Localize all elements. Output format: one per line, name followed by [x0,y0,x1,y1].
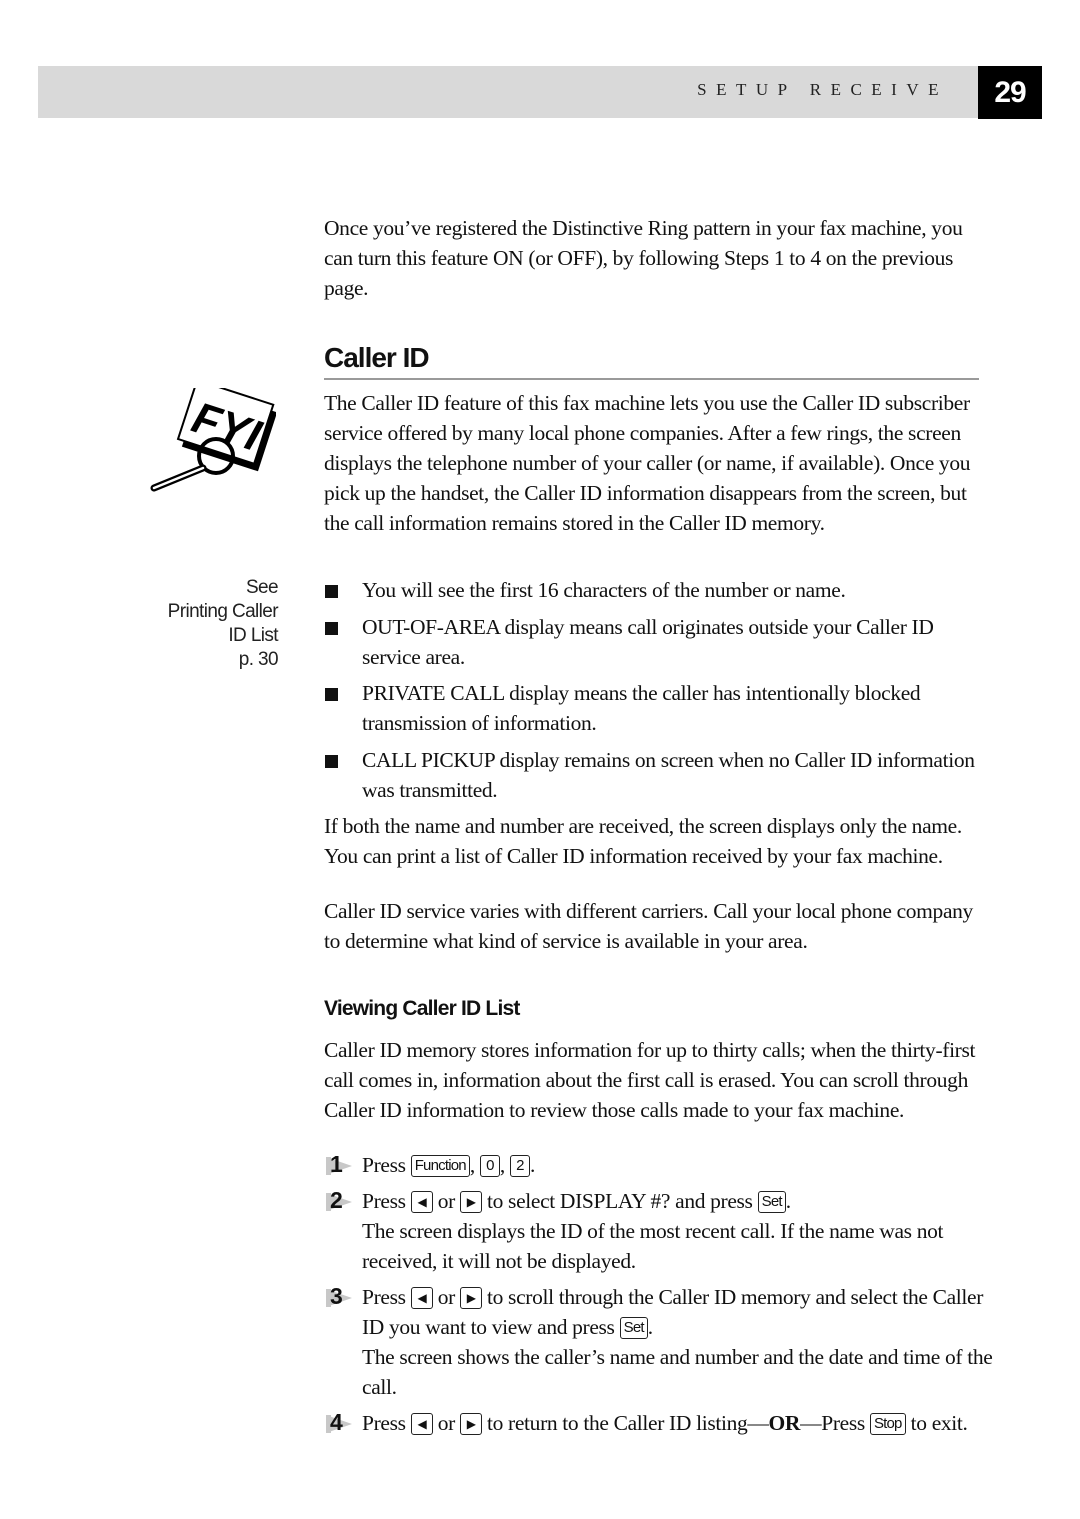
zero-key: 0 [479,1155,500,1177]
left-arrow-key-icon: ◀ [410,1287,433,1309]
bullet-item: PRIVATE CALL display means the caller ha… [324,678,984,738]
step-2: 2 Press ◀ or ▶ to select DISPLAY #? and … [324,1186,994,1276]
step-number: 1 [330,1151,343,1177]
two-key: 2 [509,1155,530,1177]
sidenote-line: See [245,577,279,598]
section-body: The Caller ID feature of this fax machin… [324,388,984,538]
step-text: Press [362,1285,406,1309]
subsection-body: Caller ID memory stores information for … [324,1035,984,1125]
subsection-paragraph: Caller ID memory stores information for … [324,1038,976,1122]
step-list: 1 Press Function, 0, 2. 2 Press ◀ or ▶ t… [324,1150,994,1444]
step-number-marker: 1 [324,1151,358,1180]
bullet-square-icon [325,621,338,635]
step-number-marker: 2 [324,1187,358,1216]
step-text: Press [362,1153,406,1177]
bullet-text: CALL PICKUP display remains on screen wh… [362,747,975,802]
section-paragraph-3: Caller ID service varies with different … [324,899,973,953]
step-1: 1 Press Function, 0, 2. [324,1150,994,1180]
bullet-square-icon [325,688,338,701]
section-paragraph-2: If both the name and number are received… [324,814,962,868]
left-arrow-key-icon: ◀ [410,1413,433,1435]
section-body-2: If both the name and number are received… [324,811,984,871]
intro-block: Once you’ve registered the Distinctive R… [324,213,984,303]
running-head: SETUP RECEIVE [697,80,948,99]
separator: . [529,1153,535,1177]
bullet-square-icon [325,754,338,768]
step-text: to select DISPLAY #? and press [487,1189,753,1213]
separator: — [747,1411,769,1435]
right-arrow-key-icon: ▶ [459,1413,482,1435]
bullet-item: OUT-OF-AREA display means call originate… [324,612,984,672]
step-number-marker: 3 [324,1283,358,1312]
bullet-item: CALL PICKUP display remains on screen wh… [324,745,984,805]
stop-key: Stop [869,1413,906,1435]
sidenote-line: ID List [228,625,278,646]
section-body-3: Caller ID service varies with different … [324,896,984,956]
section-paragraph: The Caller ID feature of this fax machin… [324,391,971,535]
separator: , [499,1153,505,1177]
set-key: Set [619,1317,648,1339]
set-key: Set [757,1191,786,1213]
step-number-marker: 4 [324,1409,358,1438]
subsection-title: Viewing Caller ID List [324,997,520,1020]
function-key: Function [410,1155,470,1177]
step-number: 3 [330,1283,343,1309]
step-text: or [437,1189,456,1213]
step-note: The screen shows the caller’s name and n… [362,1345,993,1399]
running-header-bar: SETUP RECEIVE [38,66,978,118]
step-text: Press [362,1189,406,1213]
separator: , [469,1153,475,1177]
step-text: or [437,1411,456,1435]
step-4: 4 Press ◀ or ▶ to return to the Caller I… [324,1408,994,1438]
intro-paragraph: Once you’ve registered the Distinctive R… [324,216,963,300]
fyi-magnifier-icon: FYI [150,388,276,492]
left-arrow-key-icon: ◀ [410,1191,433,1213]
step-text: —Press [800,1411,865,1435]
sidenote-reference: See Printing Caller ID List p. 30 [167,576,279,672]
step-3: 3 Press ◀ or ▶ to scroll through the Cal… [324,1282,994,1402]
bullet-text: OUT-OF-AREA display means call originate… [362,614,934,669]
step-note: The screen displays the ID of the most r… [362,1219,944,1273]
step-text: or [437,1285,456,1309]
right-arrow-key-icon: ▶ [459,1287,482,1309]
step-text: to scroll through the Caller ID memory a… [362,1285,984,1339]
step-text: Press [362,1411,406,1435]
page-number: 29 [978,66,1042,119]
step-number: 2 [330,1187,343,1213]
right-arrow-key-icon: ▶ [459,1191,482,1213]
separator: . [647,1315,653,1339]
sidenote-line: Printing Caller [167,601,279,622]
bullet-square-icon [325,585,338,598]
section-title: Caller ID [324,342,979,380]
step-text: to exit. [910,1411,968,1435]
separator: . [785,1189,791,1213]
bullet-text: PRIVATE CALL display means the caller ha… [362,681,921,735]
bullet-list: You will see the first 16 characters of … [324,575,984,811]
sidenote-line: p. 30 [238,649,279,670]
bullet-text: You will see the first 16 characters of … [362,578,846,602]
step-text: to return to the Caller ID listing [487,1411,748,1435]
step-number: 4 [330,1409,343,1435]
bullet-item: You will see the first 16 characters of … [324,575,984,605]
or-emphasis: OR [768,1411,801,1435]
